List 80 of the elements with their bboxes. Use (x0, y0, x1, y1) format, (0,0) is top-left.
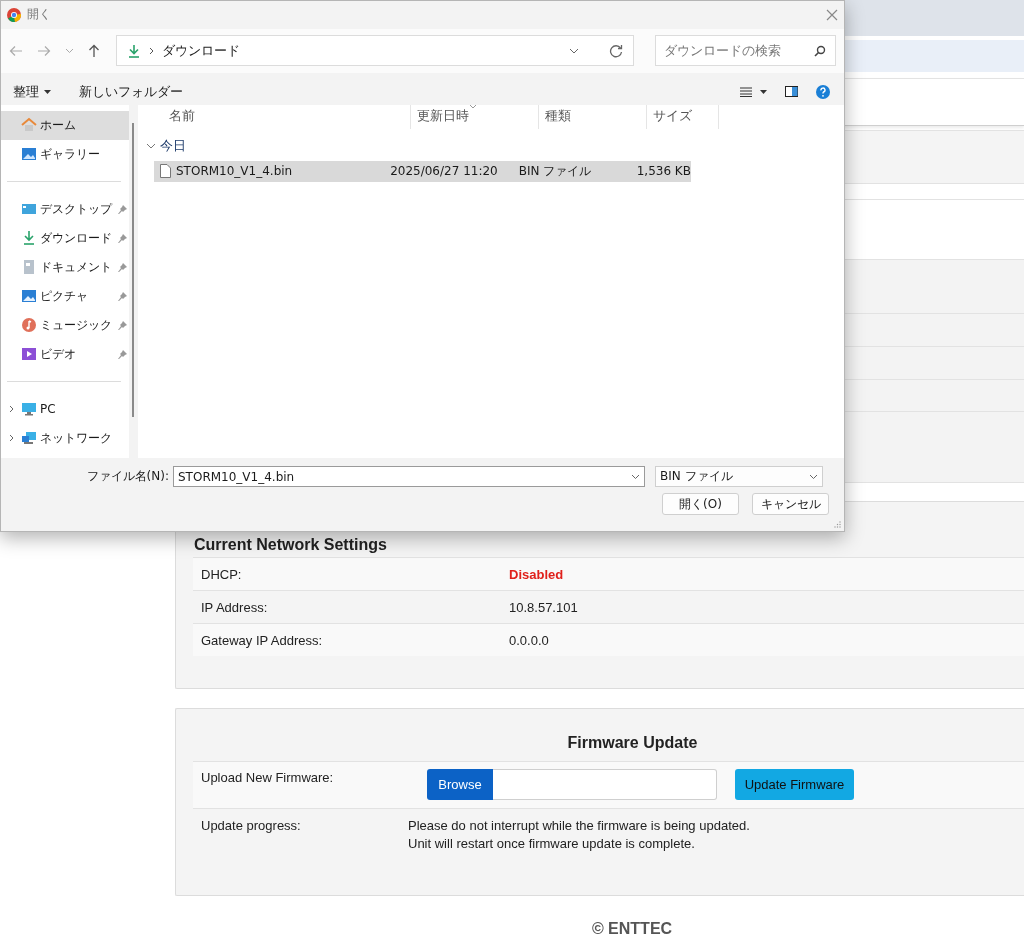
file-icon (160, 164, 171, 179)
field-label: Update progress: (200, 817, 302, 835)
sidebar-item[interactable]: ミュージック (1, 310, 129, 340)
monitor-icon (21, 401, 37, 418)
picture-icon (21, 146, 37, 163)
group-header[interactable]: 今日 (138, 130, 844, 161)
list-view-icon[interactable] (740, 86, 752, 97)
chevron-down-icon[interactable] (569, 47, 579, 54)
file-type-dropdown[interactable]: BIN ファイル (655, 466, 823, 488)
column-header[interactable]: 名前 (163, 104, 411, 129)
setting-label: Gateway IP Address: (200, 632, 324, 648)
home-icon (21, 117, 37, 134)
document-icon (21, 259, 37, 276)
search-field[interactable]: ダウンロードの検索 (655, 35, 836, 67)
chevron-down-icon (809, 473, 818, 480)
field-label: ファイル名(N): (85, 468, 170, 486)
scrollbar-thumb[interactable] (132, 122, 134, 417)
resize-grip-icon[interactable] (834, 521, 841, 528)
sidebar-item[interactable]: PC (1, 394, 129, 424)
chevron-down-icon (146, 142, 156, 149)
dialog-title: 開く (27, 6, 51, 24)
pin-icon (118, 291, 127, 301)
sidebar-item[interactable]: デスクトップ (1, 194, 129, 224)
sidebar-item[interactable]: ドキュメント (1, 252, 129, 282)
setting-label: DHCP: (200, 566, 243, 582)
video-icon (21, 346, 37, 363)
pin-icon (118, 233, 127, 243)
section-title: Current Network Settings (194, 535, 388, 555)
progress-message: Please do not interrupt while the firmware is being updated. (408, 817, 750, 835)
new-folder-button[interactable]: 新しいフォルダー (75, 82, 187, 101)
progress-message: Unit will restart once firmware update is complete. (408, 835, 696, 853)
pin-icon (118, 204, 127, 214)
cancel-button[interactable]: キャンセル (752, 493, 829, 516)
close-icon[interactable] (826, 8, 838, 21)
pin-icon (118, 320, 127, 330)
filename-field[interactable]: STORM10_V1_4.bin (173, 466, 645, 488)
chevron-right-icon[interactable] (9, 405, 14, 414)
sort-indicator-icon (469, 104, 477, 109)
column-header[interactable]: サイズ (647, 104, 719, 129)
help-icon[interactable] (816, 84, 830, 99)
caret-icon[interactable] (760, 89, 767, 94)
column-header[interactable]: 更新日時 (411, 104, 539, 129)
file-row[interactable]: STORM10_V1_4.bin 2025/06/27 11:20 BIN ファイル 1,536 KB (154, 160, 691, 182)
picture-icon (21, 288, 37, 305)
chevron-right-icon[interactable] (9, 434, 14, 443)
update-firmware-button[interactable]: Update Firmware (735, 769, 854, 800)
download-icon (21, 230, 37, 247)
preview-pane-icon[interactable] (785, 86, 798, 98)
chevron-right-icon (149, 46, 154, 55)
setting-value: 0.0.0.0 (509, 632, 549, 648)
sidebar-item[interactable]: ネットワーク (1, 423, 129, 453)
network-icon (21, 430, 37, 447)
section-title: Firmware Update (566, 733, 699, 753)
column-header[interactable]: 種類 (539, 104, 647, 129)
app-icon (7, 7, 21, 22)
download-icon (127, 43, 141, 58)
pin-icon (118, 349, 127, 359)
setting-value: 10.8.57.101 (509, 599, 578, 615)
breadcrumb[interactable]: ダウンロード (162, 41, 240, 60)
organize-button[interactable]: 整理 (9, 82, 55, 101)
up-arrow-icon[interactable] (88, 43, 100, 58)
search-icon[interactable] (814, 45, 826, 58)
pin-icon (118, 262, 127, 272)
sidebar-item[interactable]: ビデオ (1, 339, 129, 369)
field-label: Upload New Firmware: (200, 769, 335, 785)
browse-button[interactable]: Browse (427, 769, 493, 800)
sidebar-item[interactable]: ギャラリー (1, 139, 129, 169)
refresh-icon[interactable] (609, 43, 623, 58)
setting-label: IP Address: (200, 599, 269, 615)
address-bar[interactable]: ダウンロード (116, 35, 634, 67)
setting-value: Disabled (509, 566, 564, 582)
copyright-text: © ENTTEC (591, 920, 673, 937)
sidebar-item[interactable]: ピクチャ (1, 281, 129, 311)
music-note-icon (21, 317, 37, 334)
chevron-down-icon (631, 473, 640, 480)
sidebar-item[interactable]: ホーム (1, 110, 129, 140)
open-button[interactable]: 開く(O) (662, 493, 739, 516)
caret-icon (44, 89, 51, 94)
file-field[interactable] (493, 769, 717, 800)
sidebar-item[interactable]: ダウンロード (1, 223, 129, 253)
